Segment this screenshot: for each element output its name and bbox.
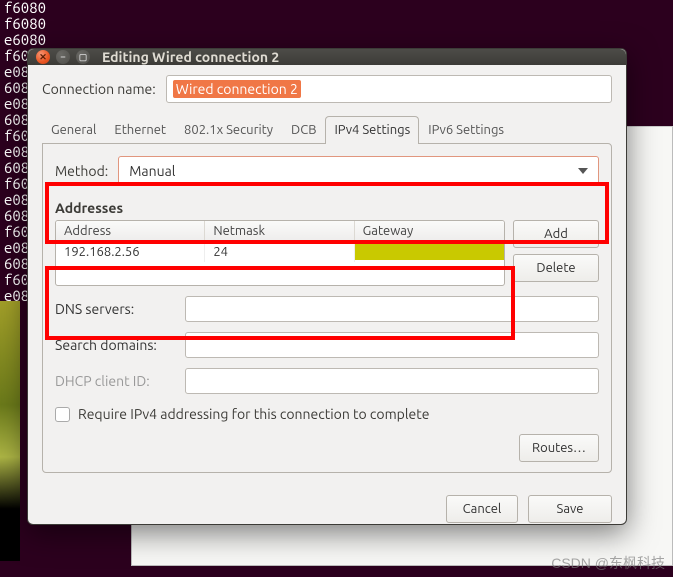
ipv4-panel: Method: Manual Addresses Address Netmask…: [42, 143, 612, 473]
addresses-title: Addresses: [55, 200, 599, 216]
connection-name-label: Connection name:: [42, 81, 156, 97]
search-domains-input[interactable]: [185, 332, 599, 358]
search-domains-label: Search domains:: [55, 337, 177, 353]
tab-general[interactable]: General: [42, 116, 105, 144]
method-combo[interactable]: Manual: [118, 156, 599, 186]
minimize-icon[interactable]: –: [56, 50, 70, 64]
dns-input[interactable]: [185, 296, 599, 322]
tab-8021x-security[interactable]: 802.1x Security: [175, 116, 282, 144]
delete-button[interactable]: Delete: [513, 254, 599, 282]
window-title: Editing Wired connection 2: [102, 49, 279, 65]
require-ipv4-checkbox[interactable]: [55, 407, 70, 422]
connection-name-input[interactable]: Wired connection 2: [166, 75, 612, 103]
close-icon[interactable]: ✕: [36, 50, 50, 64]
connection-name-value: Wired connection 2: [173, 80, 301, 98]
tabs: General Ethernet 802.1x Security DCB IPv…: [42, 115, 612, 143]
watermark: CSDN @东枫科技: [551, 553, 665, 573]
chevron-down-icon: [578, 168, 588, 174]
require-ipv4-label: Require IPv4 addressing for this connect…: [78, 406, 429, 422]
cancel-button[interactable]: Cancel: [446, 495, 518, 523]
cell-netmask[interactable]: 24: [205, 242, 354, 262]
cell-address[interactable]: 192.168.2.56: [56, 242, 205, 262]
col-address[interactable]: Address: [56, 221, 205, 241]
cell-gateway[interactable]: [355, 242, 504, 260]
method-value: Manual: [129, 163, 175, 179]
col-gateway[interactable]: Gateway: [355, 221, 504, 241]
tab-ipv6-settings[interactable]: IPv6 Settings: [419, 116, 513, 144]
titlebar[interactable]: ✕ – ▢ Editing Wired connection 2: [28, 49, 626, 65]
col-netmask[interactable]: Netmask: [205, 221, 354, 241]
table-row[interactable]: 192.168.2.56 24: [56, 242, 504, 262]
tab-dcb[interactable]: DCB: [282, 116, 325, 144]
save-button[interactable]: Save: [528, 495, 612, 523]
maximize-icon[interactable]: ▢: [76, 50, 90, 64]
tab-ethernet[interactable]: Ethernet: [105, 116, 175, 144]
routes-button[interactable]: Routes…: [519, 434, 599, 462]
tab-ipv4-settings[interactable]: IPv4 Settings: [325, 116, 419, 144]
add-button[interactable]: Add: [513, 220, 599, 248]
dhcp-client-id-input[interactable]: [185, 368, 599, 394]
dns-label: DNS servers:: [55, 301, 177, 317]
edit-connection-dialog: ✕ – ▢ Editing Wired connection 2 Connect…: [27, 48, 627, 525]
addresses-table[interactable]: Address Netmask Gateway 192.168.2.56 24: [55, 220, 505, 286]
background-strip: [0, 301, 20, 561]
dhcp-client-id-label: DHCP client ID:: [55, 373, 177, 389]
method-label: Method:: [55, 163, 108, 179]
